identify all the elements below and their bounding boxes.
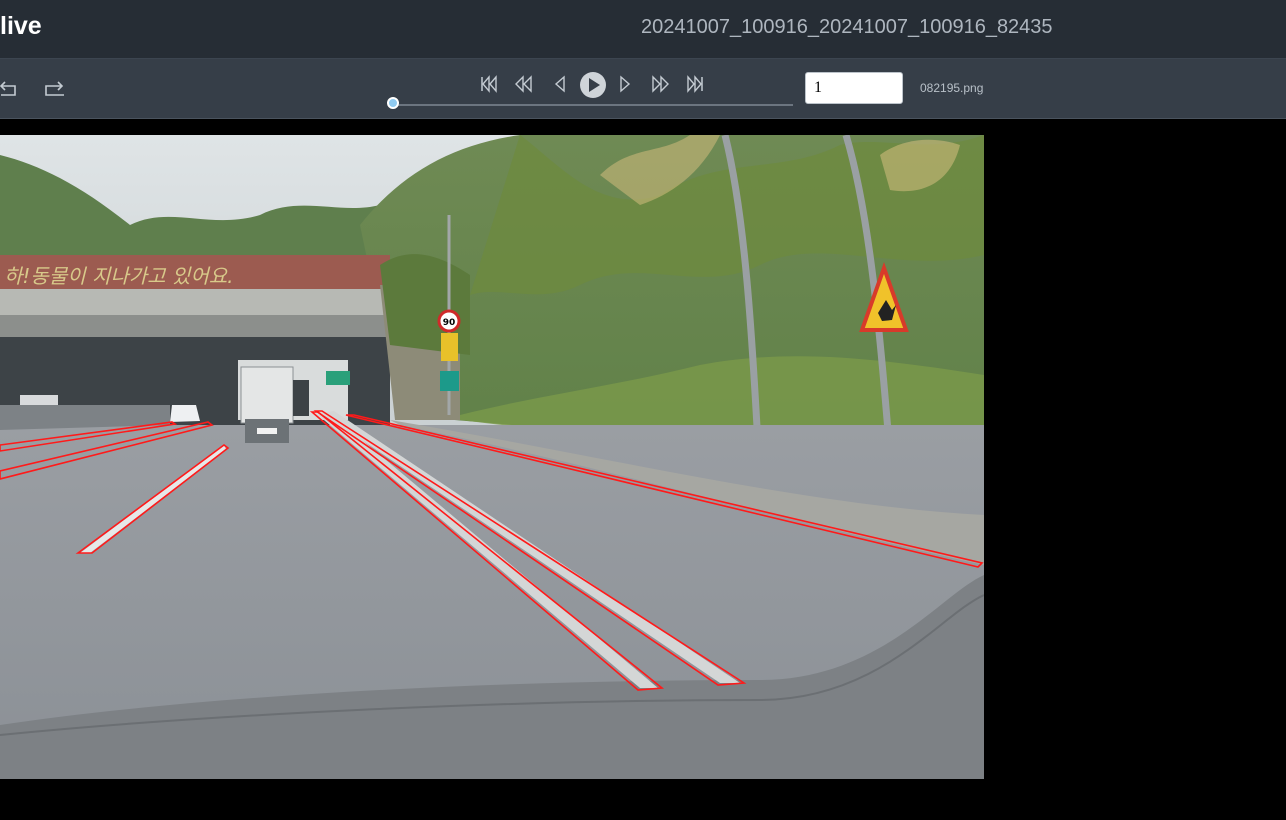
frame-number-input[interactable]: [805, 72, 903, 104]
redo-button[interactable]: [44, 78, 66, 98]
overhead-sign: [326, 371, 350, 385]
playback-slider-thumb[interactable]: [387, 97, 399, 109]
direction-sign: [440, 371, 459, 391]
info-sign: [441, 333, 458, 361]
distant-truck: [293, 380, 309, 416]
previous-frame-button[interactable]: [553, 75, 567, 93]
first-frame-button[interactable]: [480, 75, 498, 93]
image-viewer[interactable]: 하!동물이 지나가고 있어요. 90: [0, 135, 984, 779]
last-frame-button[interactable]: [686, 75, 704, 93]
fast-backward-icon: [515, 75, 532, 93]
play-icon: [589, 78, 600, 92]
skip-to-end-icon: [687, 75, 703, 93]
skip-to-start-icon: [481, 75, 497, 93]
title-bar: live 20241007_100916_20241007_100916_824…: [0, 0, 1286, 59]
playback-toolbar: 082195.png: [0, 59, 1286, 119]
undo-icon: [0, 81, 16, 96]
app-title: live: [0, 12, 42, 40]
file-name-label: 082195.png: [920, 81, 984, 95]
fast-forward-button[interactable]: [652, 75, 670, 93]
overpass-banner-text: 하!동물이 지나가고 있어요.: [4, 264, 234, 288]
playback-slider-track[interactable]: [394, 104, 793, 106]
box-truck: [240, 366, 294, 424]
step-forward-icon: [620, 75, 631, 93]
step-back-icon: [554, 75, 565, 93]
fast-backward-button[interactable]: [514, 75, 532, 93]
redo-icon: [45, 81, 64, 96]
fast-forward-icon: [652, 75, 669, 93]
undo-button[interactable]: [0, 78, 18, 98]
document-title: 20241007_100916_20241007_100916_82435: [641, 16, 1053, 38]
play-button[interactable]: [580, 72, 606, 98]
next-frame-button[interactable]: [618, 75, 632, 93]
speed-limit-value: 90: [443, 318, 456, 328]
bus: [20, 395, 58, 405]
white-car: [170, 405, 200, 422]
dashcam-frame: 하!동물이 지나가고 있어요. 90: [0, 135, 984, 779]
overpass-deck: [0, 289, 390, 315]
